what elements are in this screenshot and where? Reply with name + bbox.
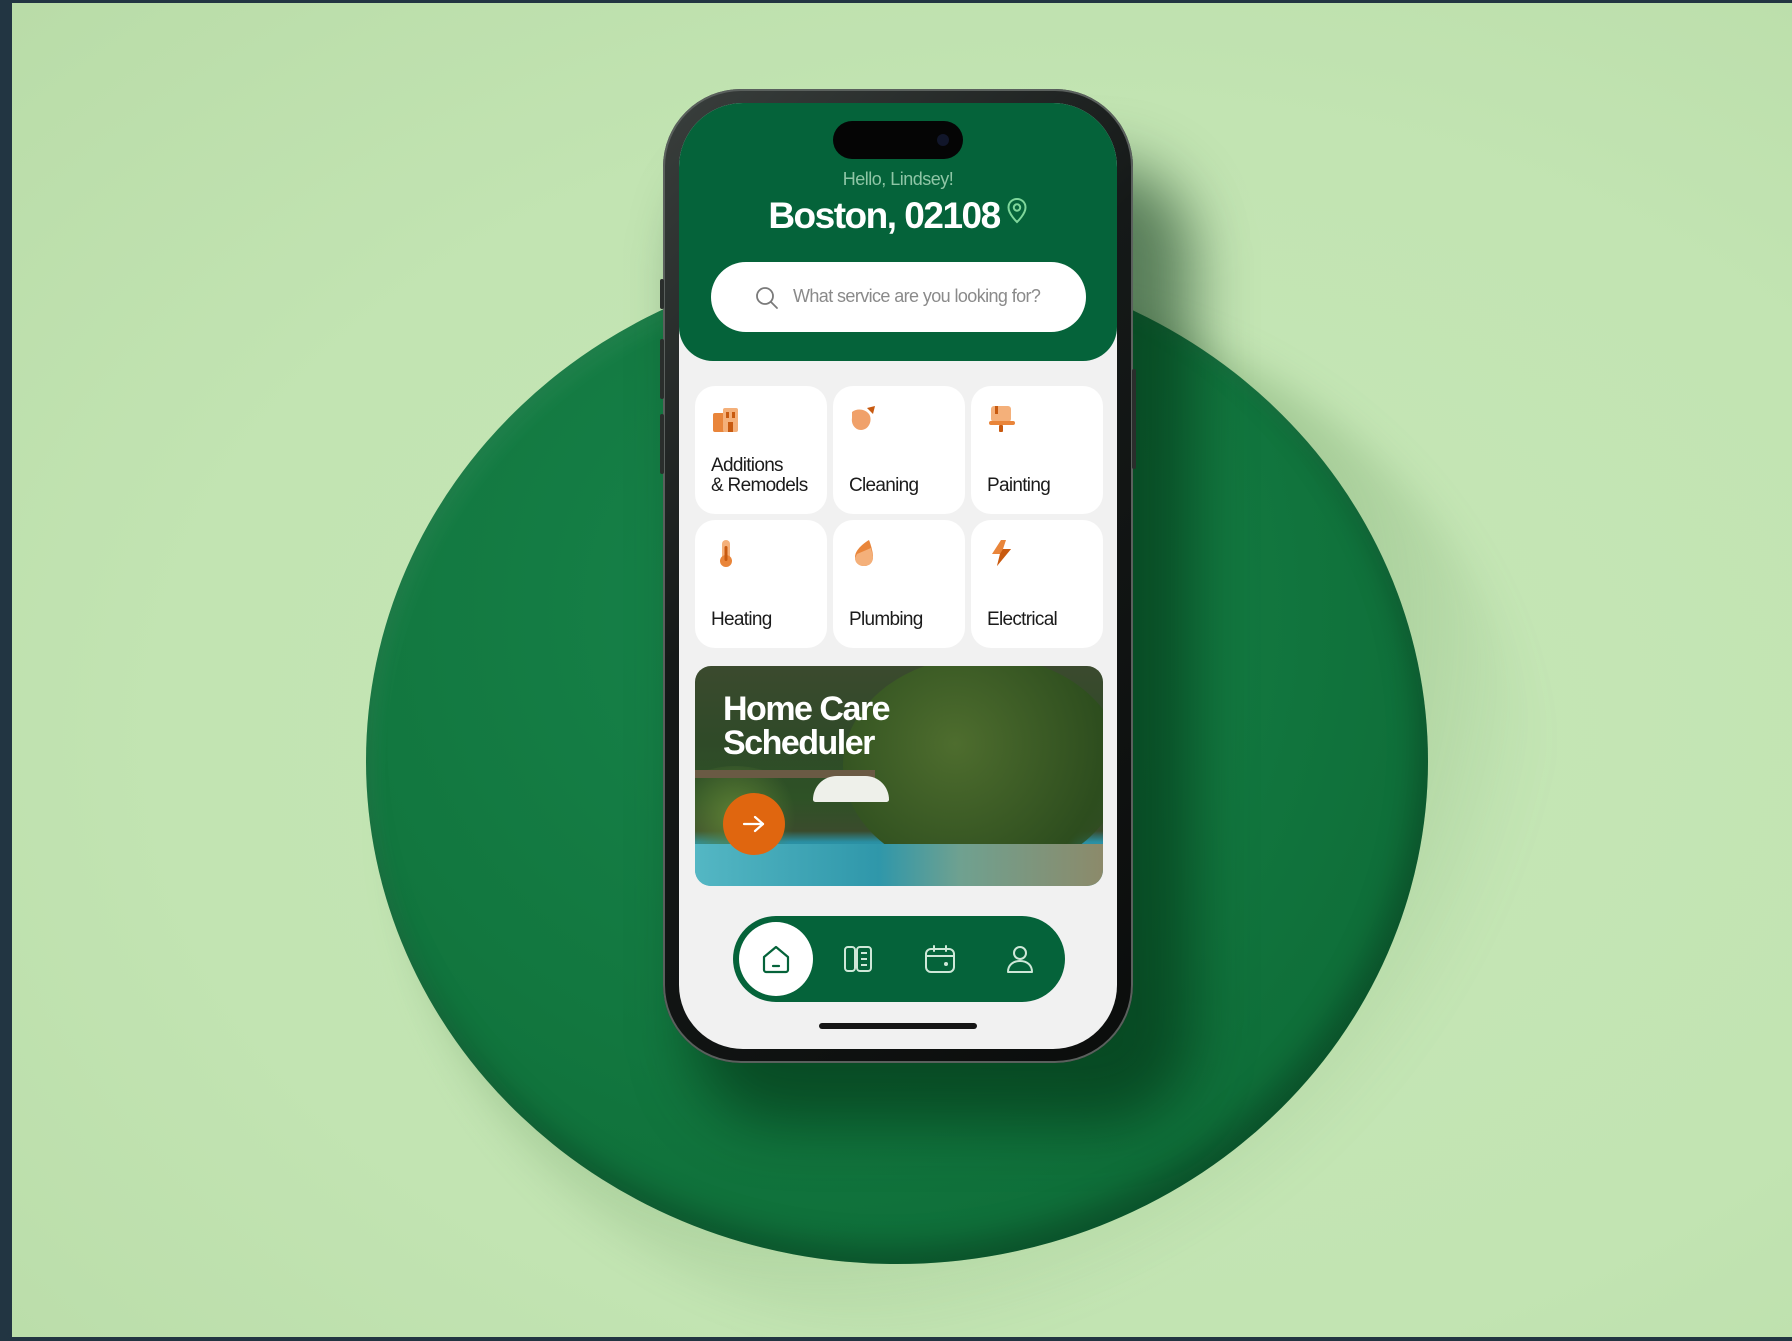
- location-text: Boston, 02108: [768, 195, 1001, 236]
- mockup-scene: Hello, Lindsey! Boston, 02108 What servi…: [12, 3, 1792, 1337]
- service-tile-cleaning[interactable]: Cleaning: [833, 386, 965, 514]
- service-tile-electrical[interactable]: Electrical: [971, 520, 1103, 648]
- map-pin-icon: [1007, 197, 1027, 224]
- catalog-icon: [844, 946, 872, 972]
- service-label: Electrical: [987, 609, 1058, 630]
- phone-frame: Hello, Lindsey! Boston, 02108 What servi…: [660, 89, 1136, 1063]
- dynamic-island: [833, 121, 963, 159]
- service-tile-plumbing[interactable]: Plumbing: [833, 520, 965, 648]
- banner-arrow-button[interactable]: [723, 793, 785, 855]
- service-tile-heating[interactable]: Heating: [695, 520, 827, 648]
- thermometer-icon: [720, 540, 732, 567]
- app-screen: Hello, Lindsey! Boston, 02108 What servi…: [679, 103, 1117, 1049]
- search-input[interactable]: What service are you looking for?: [793, 286, 1041, 307]
- app-header: Hello, Lindsey! Boston, 02108 What servi…: [679, 103, 1117, 361]
- nav-catalog[interactable]: [821, 922, 895, 996]
- nav-calendar[interactable]: [903, 922, 977, 996]
- house-blueprint-icon: [713, 408, 738, 432]
- side-button: [660, 339, 664, 399]
- service-label: Heating: [711, 609, 772, 630]
- arrow-right-icon: [742, 815, 765, 833]
- profile-icon: [1007, 946, 1033, 973]
- search-bar[interactable]: What service are you looking for?: [711, 262, 1086, 332]
- search-icon: [756, 287, 778, 309]
- paint-roller-icon: [989, 406, 1015, 432]
- side-button: [660, 279, 664, 309]
- bottom-nav: [733, 916, 1065, 1002]
- service-tile-additions[interactable]: Additions & Remodels: [695, 386, 827, 514]
- greeting-text: Hello, Lindsey!: [842, 169, 954, 189]
- home-icon: [762, 945, 790, 974]
- service-tile-painting[interactable]: Painting: [971, 386, 1103, 514]
- nav-profile[interactable]: [983, 922, 1057, 996]
- location-display[interactable]: Boston, 02108: [679, 195, 1117, 237]
- side-button: [660, 414, 664, 474]
- banner-photo-umbrella: [813, 776, 889, 802]
- service-label: Cleaning: [849, 475, 919, 496]
- home-indicator[interactable]: [819, 1023, 977, 1029]
- side-button: [1132, 369, 1136, 469]
- service-label: Painting: [987, 475, 1051, 496]
- service-label: Plumbing: [849, 609, 923, 630]
- lightning-icon: [992, 540, 1011, 566]
- service-label: Additions & Remodels: [711, 455, 808, 496]
- banner-title: Home Care Scheduler: [723, 690, 891, 762]
- spray-bottle-icon: [851, 406, 875, 430]
- home-care-scheduler-banner[interactable]: Home Care Scheduler: [695, 666, 1103, 886]
- water-drop-icon: [855, 540, 873, 566]
- calendar-icon: [925, 945, 955, 973]
- nav-home[interactable]: [739, 922, 813, 996]
